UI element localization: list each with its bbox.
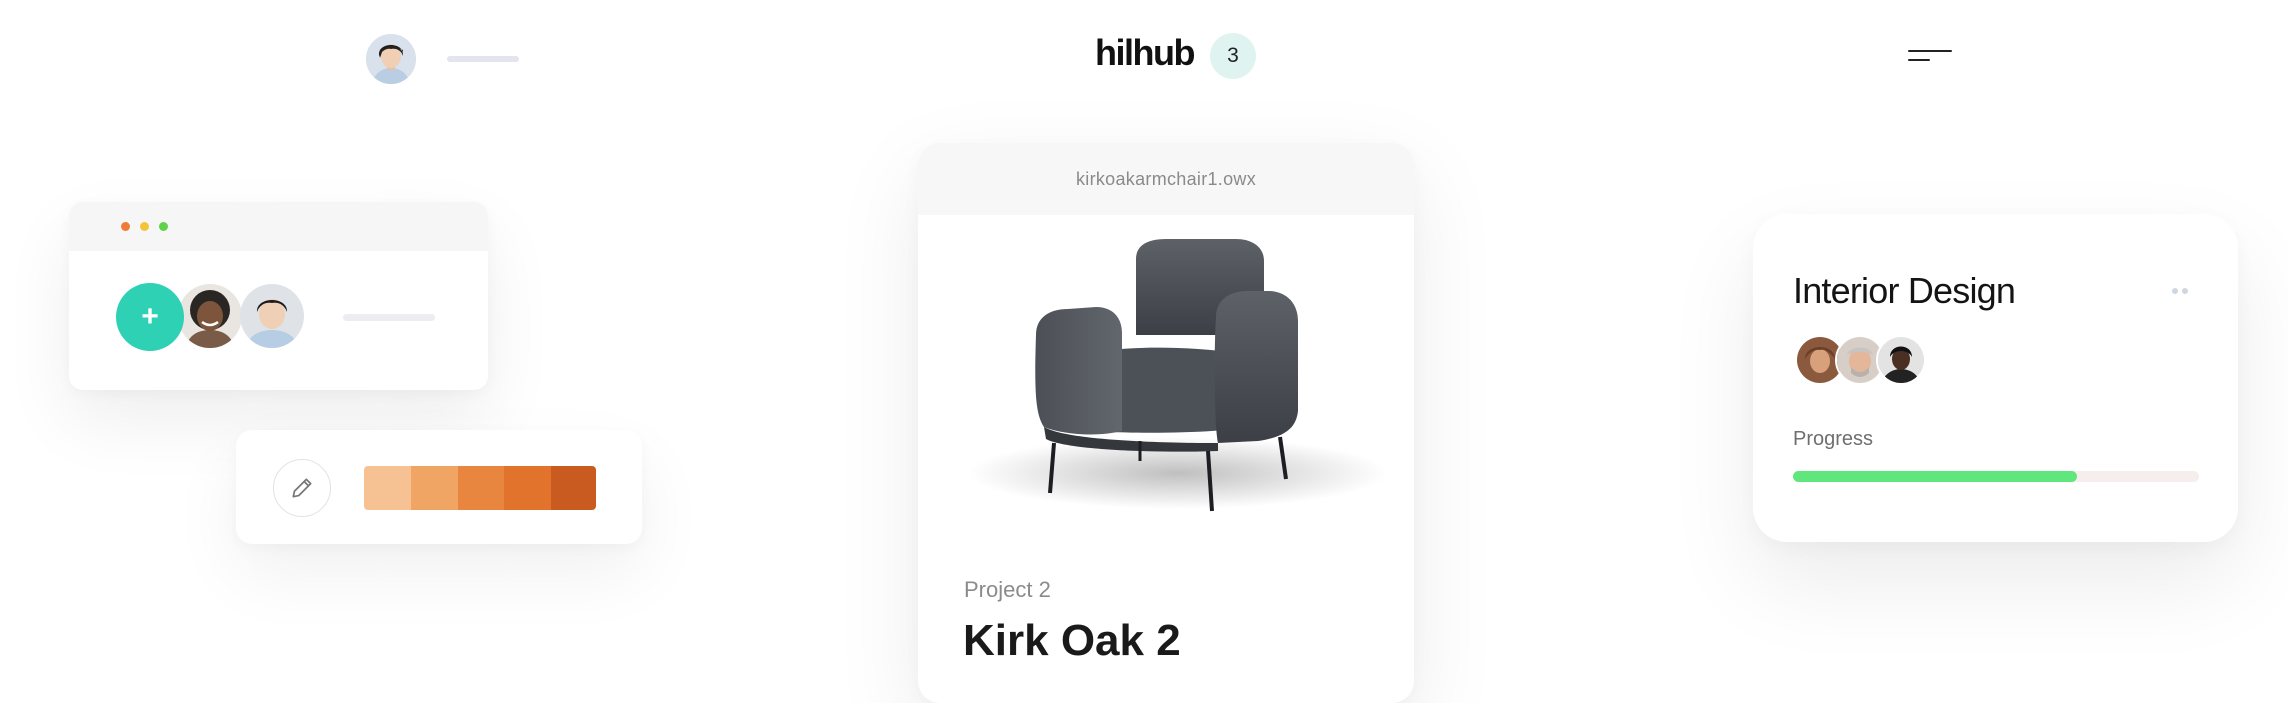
color-swatch[interactable] [551,466,596,510]
progress-bar-fill [1793,471,2078,482]
project-label: Project 2 [964,577,1051,602]
product-file-name: kirkoakarmchair1.owx [1075,168,1257,189]
menu-icon[interactable] [1908,46,1954,66]
edit-button[interactable] [273,459,331,517]
color-swatch[interactable] [458,466,504,510]
window-minimize-dot[interactable] [140,222,149,231]
project-title: Kirk Oak 2 [963,616,1181,665]
app-logo[interactable]: hilhub [1095,32,1195,74]
armchair-image [968,239,1388,512]
color-swatch[interactable] [504,466,551,510]
notification-badge[interactable]: 3 [1210,33,1256,79]
user-name-placeholder [447,56,519,62]
pencil-icon [292,478,312,498]
product-file-header: kirkoakarmchair1.owx [918,143,1414,215]
member-avatar-image [178,284,242,348]
member-avatar[interactable] [178,284,242,348]
user-avatar[interactable] [366,34,416,84]
member-avatar[interactable] [240,284,304,348]
notification-count: 3 [1227,44,1239,67]
progress-bar [1793,471,2199,482]
color-swatch[interactable] [364,466,411,510]
member-name-placeholder [343,314,435,321]
project-title: Interior Design [1793,270,2016,311]
more-options-icon[interactable] [2172,288,2192,296]
team-avatar[interactable] [1876,335,1926,385]
window-maximize-dot[interactable] [159,222,168,231]
color-swatch[interactable] [411,466,458,510]
plus-icon: + [141,300,159,333]
team-avatar-image [1878,337,1924,383]
member-avatar-image [240,284,304,348]
add-member-button[interactable]: + [116,283,184,351]
window-title-bar [69,202,488,251]
user-avatar-image [366,34,416,84]
progress-label: Progress [1793,428,1874,450]
window-close-dot[interactable] [121,222,130,231]
